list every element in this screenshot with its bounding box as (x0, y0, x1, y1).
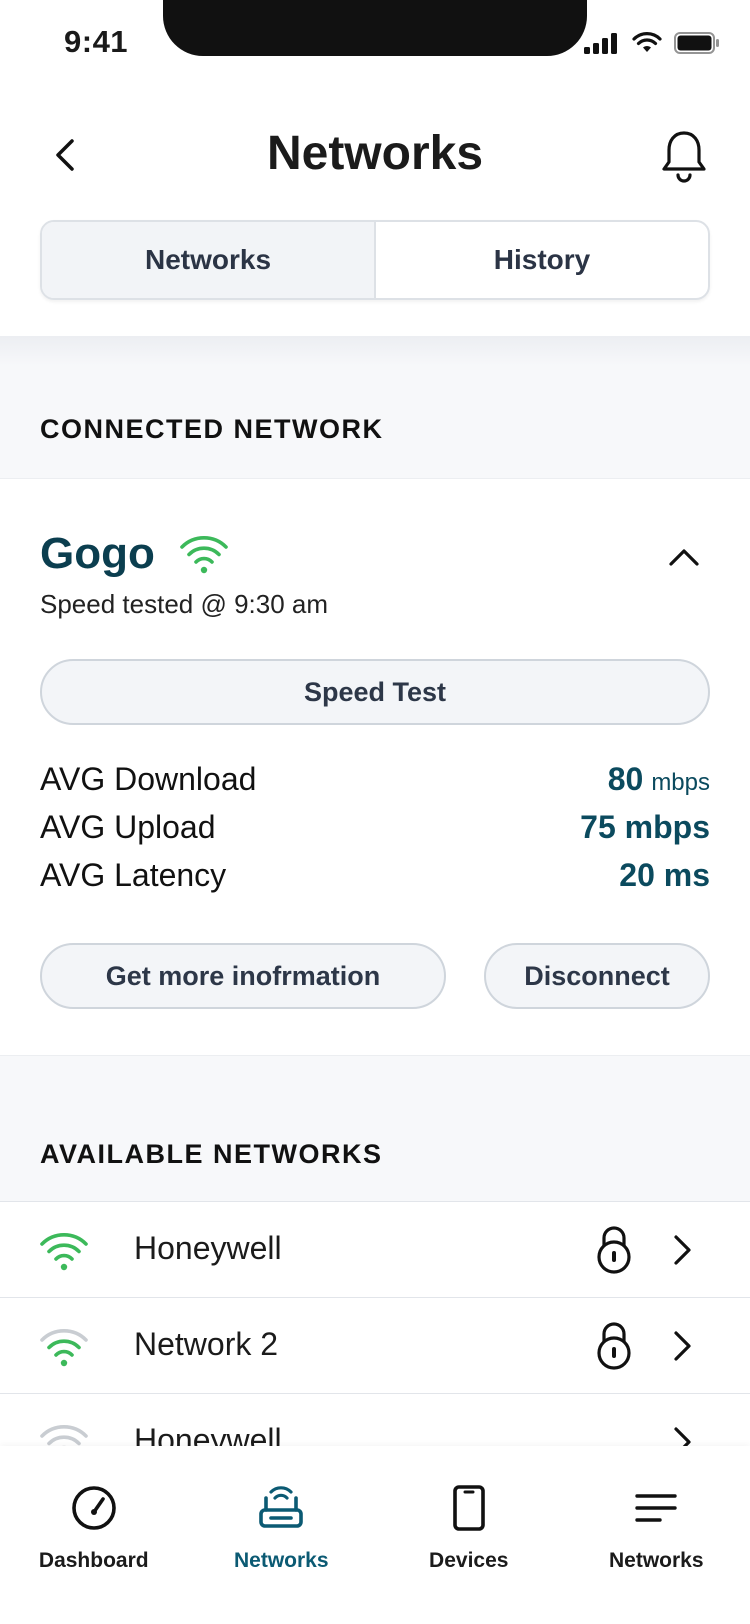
page-title: Networks (266, 127, 484, 180)
speed-tested-time: Speed tested @ 9:30 am (40, 589, 329, 619)
stat-value: 80 (607, 761, 644, 797)
router-icon (259, 1486, 304, 1528)
stat-label: AVG Latency (40, 857, 227, 893)
phone-icon (452, 1485, 485, 1531)
nav-label: Dashboard (38, 1549, 149, 1572)
header-shadow (0, 336, 750, 366)
nav-label: Networks (608, 1549, 704, 1572)
status-icons (584, 32, 720, 54)
chevron-right-icon (674, 1235, 691, 1265)
cellular-signal-icon (584, 33, 617, 54)
lock-icon (597, 1226, 631, 1274)
nav-label: Networks (233, 1549, 329, 1572)
nav-item-devices[interactable]: Devices (375, 1446, 563, 1624)
segmented-tabs: Networks History (40, 220, 710, 300)
notifications-button[interactable] (654, 126, 714, 186)
nav-item-networks[interactable]: Networks (188, 1446, 376, 1624)
menu-icon (635, 1494, 677, 1522)
stat-row-upload: AVG Upload 75 mbps (40, 809, 710, 855)
lock-icon (597, 1322, 631, 1370)
stat-label: AVG Download (40, 761, 257, 797)
nav-label: Devices (429, 1549, 509, 1572)
network-name: Network 2 (134, 1326, 279, 1362)
tab-networks[interactable]: Networks (42, 222, 376, 298)
more-info-button[interactable]: Get more inofrmation (40, 943, 446, 1009)
status-bar: 9:41 (0, 0, 750, 90)
available-networks-heading: AVAILABLE NETWORKS (40, 1139, 383, 1169)
gauge-icon (71, 1486, 116, 1530)
stat-row-latency: AVG Latency 20 ms (40, 857, 710, 903)
speed-test-button[interactable]: Speed Test (40, 659, 710, 725)
list-item[interactable]: Honeywell (0, 1201, 750, 1297)
disconnect-button[interactable]: Disconnect (484, 943, 710, 1009)
battery-icon (674, 32, 719, 54)
connected-network-name: Gogo (40, 529, 155, 578)
header: Networks (0, 96, 750, 216)
chevron-right-icon (674, 1331, 691, 1361)
connected-network-heading: CONNECTED NETWORK (40, 414, 384, 444)
stat-row-download: AVG Download 80 mbps (40, 761, 710, 807)
notch (163, 0, 587, 56)
wifi-status-icon (632, 32, 662, 52)
nav-item-menu[interactable]: Networks (563, 1446, 750, 1624)
stat-value: 75 mbps (580, 809, 710, 845)
list-item[interactable]: Network 2 (0, 1297, 750, 1393)
collapse-button[interactable] (662, 535, 706, 579)
stat-value-group: 80 mbps (608, 761, 710, 798)
bottom-navigation: Dashboard Networks Devices Networks (0, 1446, 750, 1624)
network-name: Honeywell (134, 1230, 282, 1266)
status-time: 9:41 (64, 24, 129, 59)
wifi-strong-icon (40, 1233, 88, 1271)
chevron-up-icon (669, 549, 699, 566)
tab-history[interactable]: History (376, 222, 708, 298)
nav-item-dashboard[interactable]: Dashboard (0, 1446, 188, 1624)
stat-unit: mbps (651, 769, 710, 796)
stat-label: AVG Upload (40, 809, 216, 845)
bell-icon (662, 131, 706, 183)
wifi-strong-icon (180, 536, 228, 574)
wifi-medium-icon (40, 1329, 88, 1367)
stat-value: 20 ms (619, 857, 710, 893)
connected-network-card: Gogo Speed tested @ 9:30 am Speed Test A… (0, 478, 750, 1056)
